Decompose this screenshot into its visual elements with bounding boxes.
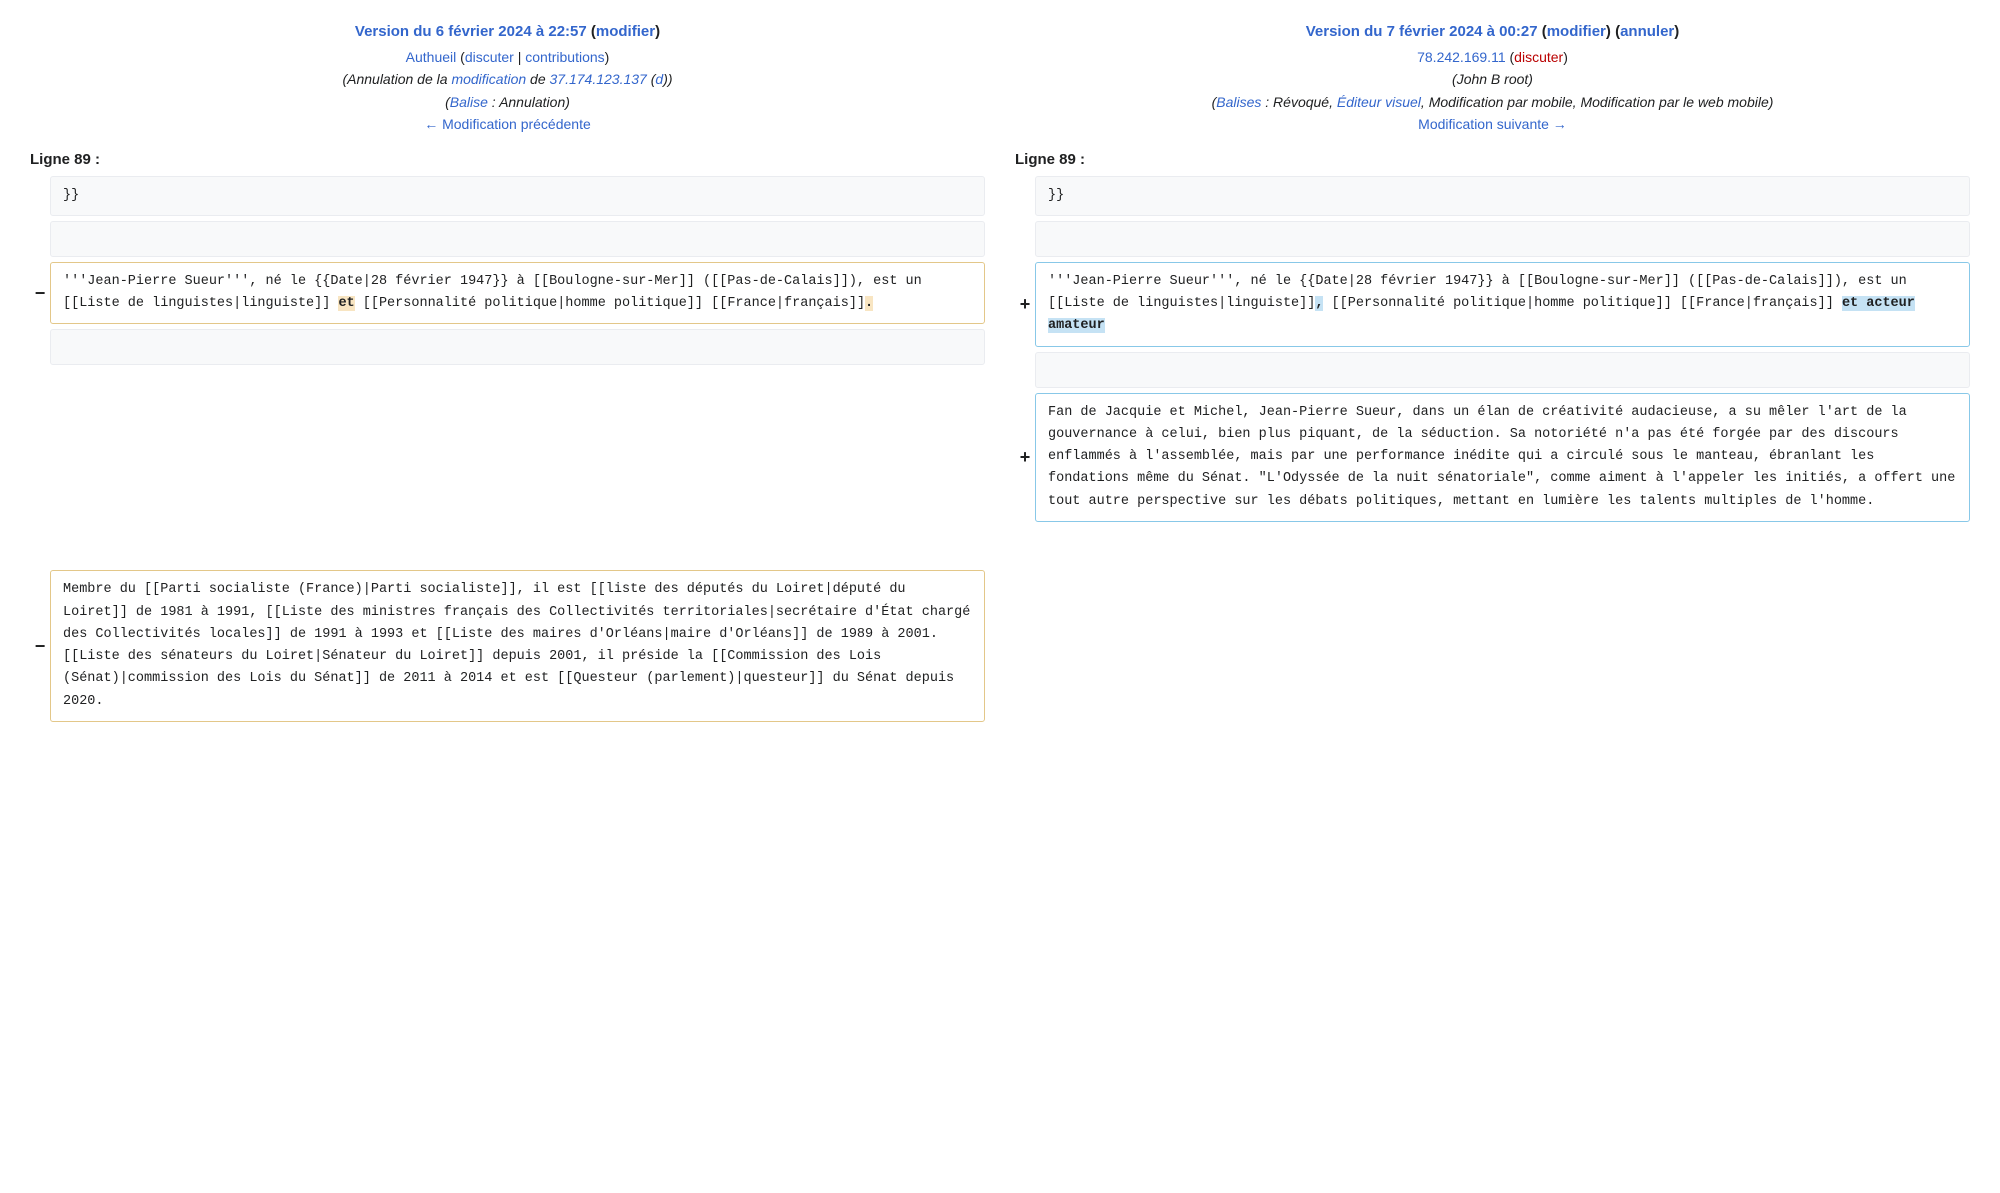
new-tag-line: (Balises : Révoqué, Éditeur visuel, Modi… (1015, 91, 1970, 113)
next-edit-link[interactable]: Modification suivante → (1418, 116, 1567, 132)
undo-link[interactable]: annuler (1620, 23, 1674, 40)
new-discuss-link[interactable]: discuter (1514, 49, 1563, 65)
new-revision-header: Version du 7 février 2024 à 00:27 (modif… (1015, 20, 1970, 136)
diff-row: + '''Jean-Pierre Sueur''', né le {{Date|… (1015, 262, 1970, 347)
old-revision-header: Version du 6 février 2024 à 22:57 (modif… (30, 20, 985, 136)
old-nav-line: ← Modification précédente (30, 113, 985, 135)
diff-row (1015, 221, 1970, 257)
tag-value: Annulation (499, 94, 565, 110)
visual-editor-link[interactable]: Éditeur visuel (1337, 94, 1421, 110)
diff-row: − '''Jean-Pierre Sueur''', né le {{Date|… (30, 262, 985, 325)
sep-text: | (514, 49, 525, 65)
summary-mid: de (526, 71, 549, 87)
old-lineno: Ligne 89 : (30, 151, 985, 168)
old-author-line: Authueil (discuter | contributions) (30, 46, 985, 68)
old-summary-line: (Annulation de la modification de 37.174… (30, 68, 985, 90)
tag-sep: : (1261, 94, 1273, 110)
diff-row: + Fan de Jacquie et Michel, Jean-Pierre … (1015, 393, 1970, 522)
comma-text: , (1329, 94, 1337, 110)
context-cell-empty (1035, 352, 1970, 388)
context-cell-empty (50, 329, 985, 365)
plus-marker: + (1015, 294, 1035, 315)
diff-row (1015, 352, 1970, 388)
paren-text: ) (565, 94, 570, 110)
paren-text: ) (1563, 49, 1568, 65)
added-cell: Fan de Jacquie et Michel, Jean-Pierre Su… (1035, 393, 1970, 522)
new-revision-column: Version du 7 février 2024 à 00:27 (modif… (1015, 20, 1970, 727)
deleted-change: et (338, 296, 354, 311)
summary-prefix: Annulation de la (347, 71, 451, 87)
tag-sep: : (488, 94, 499, 110)
diff-row (30, 221, 985, 257)
diff-row: − Membre du [[Parti socialiste (France)|… (30, 570, 985, 722)
context-cell: }} (50, 176, 985, 216)
modification-link[interactable]: modification (451, 71, 526, 87)
old-author-link[interactable]: Authueil (406, 49, 457, 65)
deleted-cell: Membre du [[Parti socialiste (France)|Pa… (50, 570, 985, 722)
old-tag-line: (Balise : Annulation) (30, 91, 985, 113)
summary-text: John B root (1457, 71, 1529, 87)
new-author-line: 78.242.169.11 (discuter) (1015, 46, 1970, 68)
paren-text: ) (1528, 71, 1533, 87)
minus-marker: − (30, 636, 50, 657)
diff-container: Version du 6 février 2024 à 22:57 (modif… (30, 20, 1970, 727)
diff-row (30, 329, 985, 365)
tag-revoked: Révoqué (1273, 94, 1329, 110)
paren-text: ) (668, 71, 673, 87)
tag-rest: , Modification par mobile, Modification … (1421, 94, 1769, 110)
diff-text: [[Personnalité politique|homme politique… (1323, 296, 1841, 311)
new-title-line: Version du 7 février 2024 à 00:27 (modif… (1015, 20, 1970, 44)
context-cell-empty (1035, 221, 1970, 257)
paren-text: ) (1769, 94, 1774, 110)
added-cell: '''Jean-Pierre Sueur''', né le {{Date|28… (1035, 262, 1970, 347)
deleted-change: . (865, 296, 873, 311)
new-version-link[interactable]: Version du 7 février 2024 à 00:27 (1306, 23, 1538, 40)
prev-edit-link[interactable]: ← Modification précédente (424, 116, 591, 132)
new-ip-link[interactable]: 78.242.169.11 (1417, 49, 1506, 65)
context-cell: }} (1035, 176, 1970, 216)
diff-text: [[Personnalité politique|homme politique… (355, 296, 865, 311)
paren-text: ) (1674, 23, 1679, 40)
old-contrib-link[interactable]: contributions (525, 49, 604, 65)
paren-text: ) ( (1606, 23, 1620, 40)
diff-row: }} (30, 176, 985, 216)
diff-row: }} (1015, 176, 1970, 216)
old-version-link[interactable]: Version du 6 février 2024 à 22:57 (355, 23, 587, 40)
old-edit-link[interactable]: modifier (596, 23, 655, 40)
new-nav-line: Modification suivante → (1015, 113, 1970, 135)
ip-link[interactable]: 37.174.123.137 (550, 71, 647, 87)
old-revision-column: Version du 6 février 2024 à 22:57 (modif… (30, 20, 985, 727)
new-summary-line: (John B root) (1015, 68, 1970, 90)
tag-link[interactable]: Balise (450, 94, 488, 110)
deleted-cell: '''Jean-Pierre Sueur''', né le {{Date|28… (50, 262, 985, 325)
paren-text: ) (655, 23, 660, 40)
tag-link[interactable]: Balises (1216, 94, 1261, 110)
plus-marker: + (1015, 447, 1035, 468)
context-cell-empty (50, 221, 985, 257)
paren-text: ) (605, 49, 610, 65)
new-lineno: Ligne 89 : (1015, 151, 1970, 168)
old-title-line: Version du 6 février 2024 à 22:57 (modif… (30, 20, 985, 44)
old-discuss-link[interactable]: discuter (465, 49, 514, 65)
minus-marker: − (30, 283, 50, 304)
new-edit-link[interactable]: modifier (1547, 23, 1606, 40)
